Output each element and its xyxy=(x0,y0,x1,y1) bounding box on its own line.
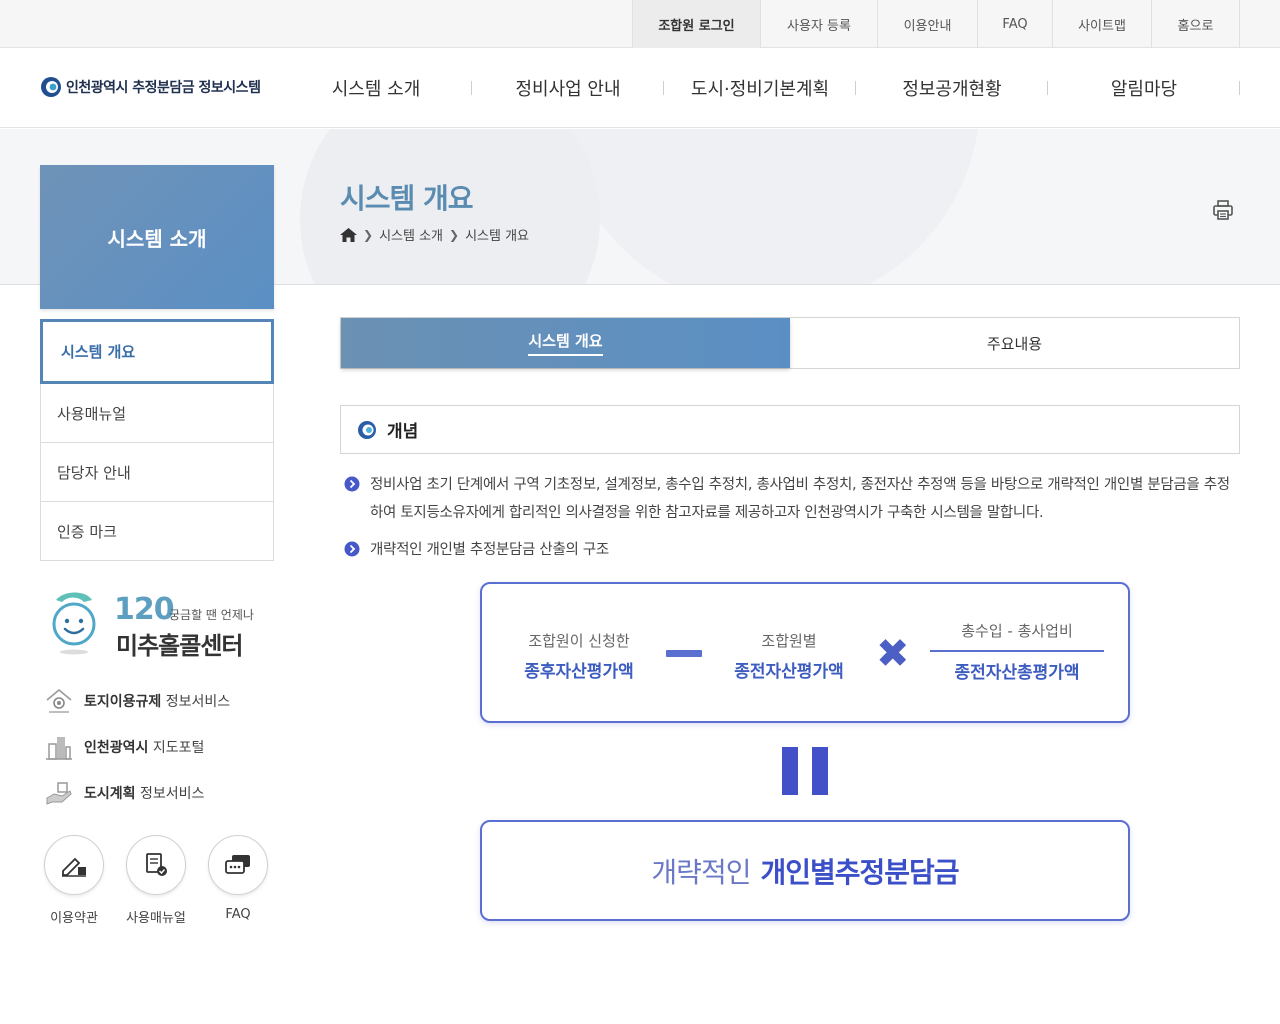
tab-label: 주요내용 xyxy=(986,334,1043,353)
term-value: 종전자산평가액 xyxy=(734,662,844,682)
sidebar-menu: 시스템 개요 사용매뉴얼 담당자 안내 인증 마크 xyxy=(40,319,274,561)
concept-paragraph: 정비사업 초기 단계에서 구역 기초정보, 설계정보, 총수입 추정치, 총사업… xyxy=(344,471,1244,527)
content-tabs: 시스템 개요 주요내용 xyxy=(340,317,1240,369)
term-value: 종후자산평가액 xyxy=(524,662,634,682)
formula-numerator: 총수입 - 총사업비 xyxy=(922,620,1112,641)
fraction-line xyxy=(930,650,1104,652)
service-link-label: 토지이용규제 정보서비스 xyxy=(84,694,231,710)
member-login-link[interactable]: 조합원 로그인 xyxy=(633,0,761,48)
quick-link-terms[interactable]: 이용약관 xyxy=(44,835,104,926)
equals-sign xyxy=(782,747,828,795)
document-check-icon xyxy=(146,853,167,876)
sitemap-link[interactable]: 사이트맵 xyxy=(1053,0,1152,48)
nav-disclosure[interactable]: 정보공개현황 xyxy=(856,48,1048,128)
service-link-land-regulation[interactable]: 토지이용규제 정보서비스 xyxy=(44,684,284,718)
quick-link-circle xyxy=(126,835,186,895)
denominator-text: 종전자산총평가액 xyxy=(954,663,1080,683)
site-logo[interactable]: 인천광역시 추정분담금 정보시스템 xyxy=(40,76,261,98)
faq-link[interactable]: FAQ xyxy=(978,0,1053,48)
breadcrumb: ❯ 시스템 소개 ❯ 시스템 개요 xyxy=(340,225,529,244)
sidebar-item-certification-mark[interactable]: 인증 마크 xyxy=(40,502,274,561)
pen-icon xyxy=(62,857,86,877)
chevron-right-icon: ❯ xyxy=(449,227,460,242)
minus-sign xyxy=(666,650,702,657)
nav-notice[interactable]: 알림마당 xyxy=(1048,48,1240,128)
land-icon xyxy=(46,688,72,713)
quick-link-label: 이용약관 xyxy=(50,911,98,926)
callcenter-name: 미추홀콜센터 xyxy=(116,632,243,660)
formula-term-after-asset: 조합원이 신청한 종후자산평가액 xyxy=(504,630,654,682)
chevron-right-icon: ❯ xyxy=(363,227,374,242)
tab-main-content[interactable]: 주요내용 xyxy=(790,318,1239,368)
service-link-map-portal[interactable]: 인천광역시 지도포털 xyxy=(44,730,284,764)
formula-denominator: 종전자산총평가액 xyxy=(922,658,1112,683)
term-caption: 조합원이 신청한 xyxy=(528,632,630,650)
sidebar-item-user-manual[interactable]: 사용매뉴얼 xyxy=(40,384,274,443)
usage-guide-link[interactable]: 이용안내 xyxy=(878,0,978,48)
callcenter-number: 120 xyxy=(114,592,175,627)
quick-link-label: 사용매뉴얼 xyxy=(126,911,186,926)
nav-system-intro[interactable]: 시스템 소개 xyxy=(280,48,472,128)
structure-text: 개략적인 개인별 추정분담금 산출의 구조 xyxy=(370,542,609,558)
quick-link-manual[interactable]: 사용매뉴얼 xyxy=(126,835,186,926)
term-caption: 조합원별 xyxy=(761,632,817,650)
section-heading: 개념 xyxy=(340,405,1240,454)
header: 인천광역시 추정분담금 정보시스템 시스템 소개 정비사업 안내 도시·정비기본… xyxy=(0,48,1280,128)
chevron-circle-icon xyxy=(344,476,360,492)
chat-icon xyxy=(225,855,250,874)
sidebar-item-contact-info[interactable]: 담당자 안내 xyxy=(40,443,274,502)
hand-icon xyxy=(46,782,72,805)
nav-project-guide[interactable]: 정비사업 안내 xyxy=(472,48,664,128)
result-prefix: 개략적인 xyxy=(651,855,751,889)
result-title: 개인별추정분담금 xyxy=(760,855,959,889)
home-icon[interactable] xyxy=(340,227,357,242)
breadcrumb-item[interactable]: 시스템 소개 xyxy=(379,225,443,244)
logo-text: 인천광역시 추정분담금 정보시스템 xyxy=(66,80,261,96)
structure-caption: 개략적인 개인별 추정분담금 산출의 구조 xyxy=(344,536,609,564)
quick-link-circle xyxy=(208,835,268,895)
callcenter-slogan: 궁금할 땐 언제나 xyxy=(169,608,254,622)
concept-text: 정비사업 초기 단계에서 구역 기초정보, 설계정보, 총수입 추정치, 총사업… xyxy=(370,477,1230,521)
main-navigation: 시스템 소개 정비사업 안내 도시·정비기본계획 정보공개현황 알림마당 xyxy=(280,48,1240,128)
home-link[interactable]: 홈으로 xyxy=(1152,0,1240,48)
service-link-label: 인천광역시 지도포털 xyxy=(84,740,205,756)
logo-icon xyxy=(41,77,61,97)
quick-link-label: FAQ xyxy=(225,907,251,922)
quick-link-faq[interactable]: FAQ xyxy=(208,835,268,922)
multiply-sign: ✖ xyxy=(876,631,910,677)
decorative-circle xyxy=(560,129,980,284)
callcenter-banner[interactable]: 120 궁금할 땐 언제나 미추홀콜센터 xyxy=(46,590,276,660)
result-box: 개략적인 개인별추정분담금 xyxy=(480,820,1130,921)
section-title: 개념 xyxy=(387,422,419,442)
print-icon[interactable] xyxy=(1212,199,1234,221)
building-icon xyxy=(46,737,72,760)
formula-term-before-asset: 조합원별 종전자산평가액 xyxy=(714,630,864,682)
quick-links: 이용약관 사용매뉴얼 FAQ xyxy=(44,835,284,935)
page-title: 시스템 개요 xyxy=(340,182,474,215)
sidebar-item-system-overview[interactable]: 시스템 개요 xyxy=(40,319,274,384)
numerator-text: 총수입 - 총사업비 xyxy=(961,622,1073,640)
breadcrumb-item[interactable]: 시스템 개요 xyxy=(465,225,529,244)
tab-system-overview[interactable]: 시스템 개요 xyxy=(341,318,790,368)
chevron-circle-icon xyxy=(344,541,360,557)
section-logo-icon xyxy=(358,420,376,439)
sidebar-title: 시스템 소개 xyxy=(40,165,274,309)
quick-link-circle xyxy=(44,835,104,895)
formula-box: 조합원이 신청한 종후자산평가액 조합원별 종전자산평가액 ✖ 총수입 - 총사… xyxy=(480,582,1130,723)
utility-bar: 조합원 로그인 사용자 등록 이용안내 FAQ 사이트맵 홈으로 xyxy=(0,0,1280,48)
user-register-link[interactable]: 사용자 등록 xyxy=(761,0,878,48)
nav-basic-plan[interactable]: 도시·정비기본계획 xyxy=(664,48,856,128)
tab-label: 시스템 개요 xyxy=(528,330,603,356)
service-link-label: 도시계획 정보서비스 xyxy=(84,786,205,802)
utility-links: 조합원 로그인 사용자 등록 이용안내 FAQ 사이트맵 홈으로 xyxy=(632,0,1240,48)
service-link-urban-planning[interactable]: 도시계획 정보서비스 xyxy=(44,776,284,810)
callcenter-mascot-icon xyxy=(52,592,96,655)
